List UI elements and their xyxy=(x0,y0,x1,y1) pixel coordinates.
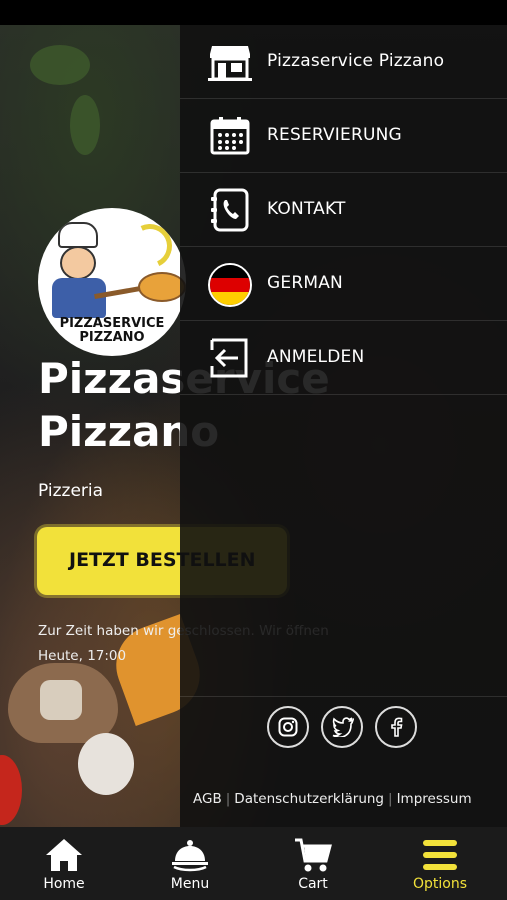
nav-home[interactable]: Home xyxy=(1,827,127,900)
agb-link[interactable]: AGB xyxy=(193,791,222,807)
drawer-item-label: KONTAKT xyxy=(267,199,346,219)
restaurant-logo: PIZZASERVICE PIZZANO xyxy=(38,208,186,356)
facebook-icon xyxy=(391,717,403,737)
nav-label: Home xyxy=(43,876,85,892)
nav-label: Menu xyxy=(170,876,210,892)
hamburger-icon xyxy=(423,840,457,870)
drawer-item-reservation[interactable]: RESERVIERUNG xyxy=(180,99,507,173)
drawer-divider xyxy=(180,696,507,697)
drawer-item-label: Pizzaservice Pizzano xyxy=(267,51,445,71)
store-icon xyxy=(208,46,252,81)
footer-links: AGB | Datenschutzerklärung | Impressum xyxy=(193,791,472,807)
logo-swirl xyxy=(121,217,179,275)
facebook-button[interactable] xyxy=(375,706,417,748)
herb-decoration xyxy=(30,45,90,85)
drawer-item-language[interactable]: GERMAN xyxy=(180,247,507,321)
nav-menu[interactable]: Menu xyxy=(127,827,253,900)
restaurant-category: Pizzeria xyxy=(38,481,104,501)
phone-book-icon xyxy=(211,188,249,232)
nav-label: Cart xyxy=(298,876,328,892)
twitter-button[interactable] xyxy=(321,706,363,748)
imprint-link[interactable]: Impressum xyxy=(397,791,472,807)
cart-icon xyxy=(295,838,332,872)
mushroom-stem-image xyxy=(40,680,82,720)
twitter-icon xyxy=(332,717,354,737)
tomato-image xyxy=(0,755,22,825)
instagram-icon xyxy=(278,717,298,737)
drawer-item-login[interactable]: ANMELDEN xyxy=(180,321,507,395)
status-bar xyxy=(0,0,507,25)
nav-label: Options xyxy=(412,876,468,892)
options-drawer: Pizzaservice Pizzano RESERVIERUNG KONTAK… xyxy=(180,25,507,827)
link-separator: | xyxy=(388,791,393,807)
calendar-icon xyxy=(210,117,250,155)
link-separator: | xyxy=(225,791,231,807)
pizza-icon xyxy=(138,272,186,302)
instagram-button[interactable] xyxy=(267,706,309,748)
drawer-item-label: GERMAN xyxy=(267,273,343,293)
drawer-item-label: ANMELDEN xyxy=(267,347,365,367)
herb-decoration xyxy=(70,95,100,155)
chef-face-icon xyxy=(60,246,96,280)
login-icon xyxy=(210,338,248,378)
german-flag-icon xyxy=(208,263,252,307)
nav-cart[interactable]: Cart xyxy=(250,827,376,900)
chef-hat-icon xyxy=(58,222,98,248)
nav-options[interactable]: Options xyxy=(377,827,503,900)
cloche-icon xyxy=(172,840,208,872)
drawer-item-restaurant[interactable]: Pizzaservice Pizzano xyxy=(180,25,507,99)
bottom-navigation: Home Menu Cart Options xyxy=(0,827,507,900)
drawer-item-label: RESERVIERUNG xyxy=(267,125,402,145)
drawer-item-contact[interactable]: KONTAKT xyxy=(180,173,507,247)
logo-text: PIZZASERVICE PIZZANO xyxy=(59,316,165,345)
privacy-link[interactable]: Datenschutzerklärung xyxy=(234,791,384,807)
garlic-image xyxy=(78,733,134,795)
home-icon xyxy=(46,839,82,871)
